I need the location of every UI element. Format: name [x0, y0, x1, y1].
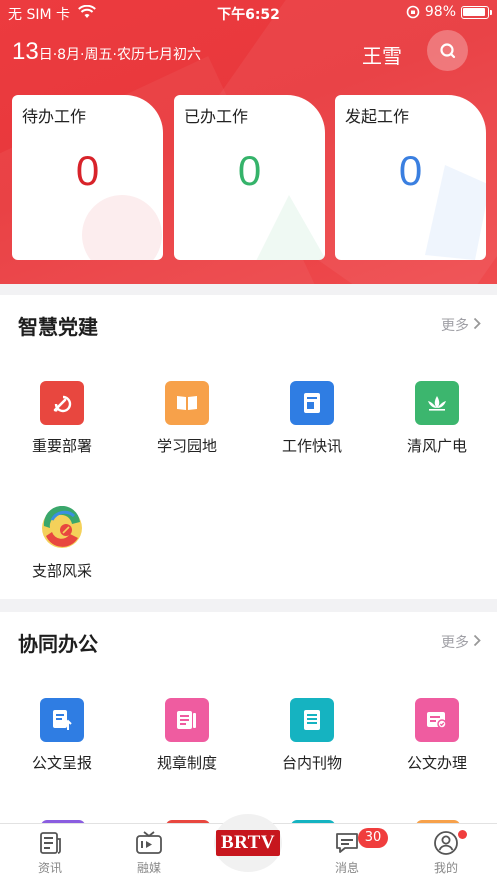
chevron-right-icon[interactable]: [473, 317, 481, 330]
date-detail: 日·8月·周五·农历七月初六: [38, 47, 201, 63]
tab-news[interactable]: 资讯: [20, 830, 80, 876]
tab-label: 资讯: [37, 861, 62, 875]
tile-label: 台内刊物: [281, 754, 342, 772]
tile-regulations[interactable]: 规章制度: [132, 698, 242, 773]
card-title: 发起工作: [345, 107, 410, 126]
office-section: 协同办公 更多 公文呈报 规章制度 台内刊物 公文办理: [0, 612, 497, 830]
document-process-icon: [415, 698, 459, 742]
newspaper-icon: [40, 832, 61, 854]
news-document-icon: [290, 381, 334, 425]
lotus-icon: [415, 381, 459, 425]
date-day: 13: [12, 38, 39, 65]
tile-label: 支部风采: [31, 562, 92, 580]
party-emblem-icon: [40, 381, 84, 425]
card-count: 0: [398, 147, 423, 194]
done-work-card[interactable]: 已办工作 0: [174, 95, 325, 260]
tile-branch-style[interactable]: 支部风采: [7, 506, 117, 581]
publication-icon: [290, 698, 334, 742]
tab-label: 消息: [334, 861, 359, 875]
tile-document-report[interactable]: 公文呈报: [7, 698, 117, 773]
tile-document-handling[interactable]: 公文办理: [382, 698, 492, 773]
notification-dot: [458, 830, 467, 839]
more-link[interactable]: 更多: [441, 632, 469, 652]
initiated-work-card[interactable]: 发起工作 0: [335, 95, 486, 260]
tile-label: 重要部署: [31, 437, 92, 455]
tile-label: 公文办理: [406, 754, 467, 772]
tile-work-news[interactable]: 工作快讯: [257, 381, 367, 456]
tv-play-icon: [136, 831, 162, 854]
battery-percent: 98%: [424, 4, 456, 20]
tile-important-deployment[interactable]: 重要部署: [7, 381, 117, 456]
tile-label: 规章制度: [156, 754, 217, 772]
document-upload-icon: [40, 698, 84, 742]
card-count: 0: [75, 147, 100, 194]
brtv-logo: BRTV: [215, 830, 281, 856]
search-button[interactable]: [427, 30, 468, 71]
tile-internal-publication[interactable]: 台内刊物: [257, 698, 367, 773]
search-icon: [439, 42, 455, 58]
card-count: 0: [237, 147, 262, 194]
regulation-doc-icon: [165, 698, 209, 742]
card-title: 待办工作: [22, 107, 87, 126]
tile-label: 工作快讯: [281, 437, 342, 455]
status-bar: 无 SIM 卡 下午6:52 98%: [0, 0, 497, 26]
tile-label: 学习园地: [156, 437, 217, 455]
message-count-badge: 30: [358, 828, 388, 848]
tab-brtv[interactable]: BRTV: [214, 814, 282, 872]
battery-icon: [461, 5, 492, 19]
open-book-icon: [165, 381, 209, 425]
tile-label: 清风广电: [406, 437, 467, 455]
card-decoration: [256, 195, 325, 260]
card-title: 已办工作: [184, 107, 249, 126]
user-name[interactable]: 王雪: [362, 40, 402, 69]
tab-media[interactable]: 融媒: [119, 830, 179, 876]
party-section: 智慧党建 更多 重要部署 学习园地 工作快讯 清风广电 支部风采: [0, 295, 497, 599]
more-link[interactable]: 更多: [441, 315, 469, 335]
section-title: 智慧党建: [18, 315, 98, 339]
tile-study-garden[interactable]: 学习园地: [132, 381, 242, 456]
section-title: 协同办公: [18, 632, 98, 656]
bottom-tab-bar: 资讯 融媒 BRTV 消息 30 我的: [0, 814, 497, 883]
tab-label: 我的: [433, 861, 458, 875]
chevron-right-icon[interactable]: [473, 634, 481, 647]
date-display: 13日·8月·周五·农历七月初六: [12, 38, 201, 66]
orientation-lock-icon: [406, 5, 420, 19]
branch-logo-icon: [40, 506, 84, 550]
tile-label: 公文呈报: [31, 754, 92, 772]
user-profile-icon: [434, 831, 458, 855]
message-icon: [336, 833, 358, 853]
tab-profile[interactable]: 我的: [416, 830, 476, 876]
tile-clean-broadcast[interactable]: 清风广电: [382, 381, 492, 456]
card-decoration: [82, 195, 162, 260]
pending-work-card[interactable]: 待办工作 0: [12, 95, 163, 260]
tab-label: 融媒: [136, 861, 161, 875]
